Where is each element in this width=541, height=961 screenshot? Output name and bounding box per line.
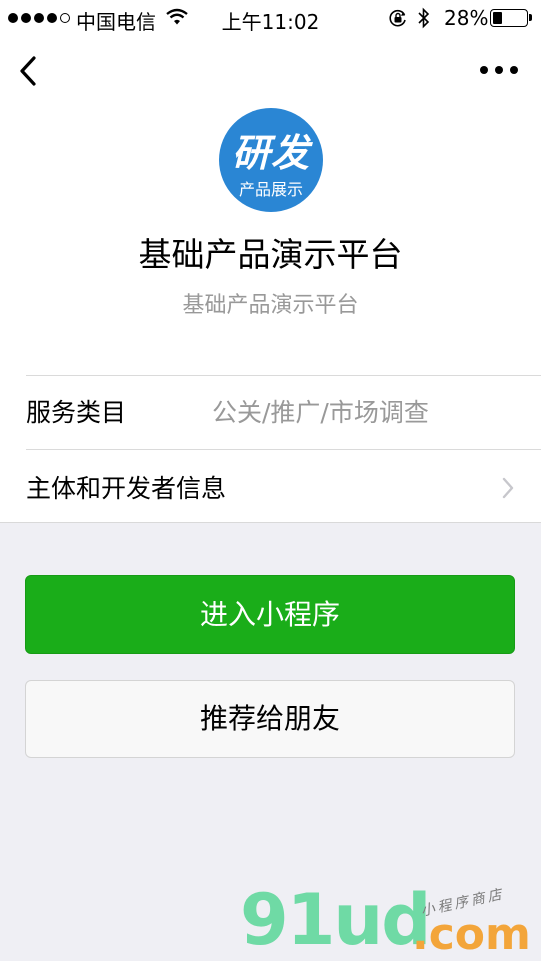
logo-title: 研发 — [231, 130, 310, 175]
logo-subtitle: 产品展示 — [238, 180, 303, 199]
chevron-left-icon[interactable] — [14, 54, 44, 88]
chevron-right-icon — [502, 477, 514, 499]
panel-bottom-border — [0, 522, 541, 523]
enter-mini-program-button[interactable]: 进入小程序 — [25, 575, 515, 654]
app-logo: 研发 产品展示 — [219, 108, 323, 212]
service-category-label: 服务类目 — [26, 398, 127, 427]
bluetooth-icon — [418, 7, 430, 29]
developer-info-row[interactable]: 主体和开发者信息 — [26, 469, 226, 505]
battery-percentage: 28% — [444, 6, 489, 30]
watermark-logo: 91ud .com 小程序商店 — [240, 880, 540, 960]
battery-icon — [490, 9, 532, 27]
divider — [26, 375, 541, 376]
app-description: 基础产品演示平台 — [182, 293, 359, 318]
app-name: 基础产品演示平台 — [138, 235, 403, 274]
watermark-brand: 91ud — [240, 879, 431, 961]
status-bar: 中国电信 上午11:02 28% — [0, 0, 541, 40]
divider — [26, 449, 541, 450]
more-dots-icon[interactable] — [480, 62, 520, 78]
service-category-value: 公关/推广/市场调查 — [212, 398, 429, 427]
recommend-to-friends-button[interactable]: 推荐给朋友 — [25, 680, 515, 758]
rotation-lock-icon — [389, 9, 406, 27]
